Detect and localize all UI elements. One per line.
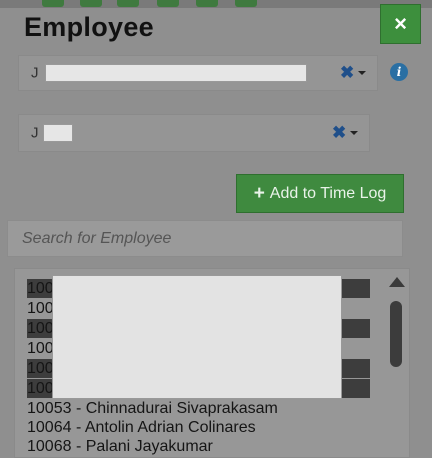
task-select[interactable]: J ✖	[18, 114, 370, 152]
toolbar-button[interactable]	[157, 0, 179, 7]
info-icon[interactable]: i	[390, 63, 408, 81]
add-to-time-log-label: Add to Time Log	[269, 184, 387, 202]
list-item[interactable]: 10053 - Chinnadurai Sivaprakasam	[27, 399, 278, 418]
chevron-down-icon[interactable]	[358, 71, 366, 75]
add-to-time-log-button[interactable]: + Add to Time Log	[236, 174, 404, 213]
close-button[interactable]: ×	[380, 4, 421, 44]
toolbar-button[interactable]	[117, 0, 139, 7]
toolbar-button[interactable]	[42, 0, 64, 7]
toolbar-button[interactable]	[235, 0, 257, 7]
redacted-text	[43, 124, 73, 142]
list-item[interactable]: 100	[27, 299, 54, 318]
employee-search-input[interactable]	[7, 220, 403, 257]
clear-selection-icon[interactable]: ✖	[340, 63, 354, 83]
top-toolbar-strip	[0, 0, 432, 8]
clear-selection-icon[interactable]: ✖	[332, 123, 346, 143]
dialog-title: Employee	[24, 12, 154, 42]
close-icon: ×	[394, 11, 407, 36]
scrollbar-thumb[interactable]	[390, 301, 402, 367]
redacted-text	[45, 64, 307, 82]
scroll-up-arrow-icon[interactable]	[389, 277, 405, 287]
chevron-down-icon[interactable]	[350, 131, 358, 135]
job-select-value: J	[31, 64, 39, 82]
job-select[interactable]: J ✖	[18, 55, 378, 91]
employee-list[interactable]: 100 100 100 1004 100 100 10053 - Chinnad…	[14, 268, 410, 458]
task-select-value: J	[31, 124, 39, 142]
plus-icon: +	[253, 182, 265, 204]
redacted-overlay	[52, 275, 342, 399]
toolbar-button[interactable]	[196, 0, 218, 7]
toolbar-button[interactable]	[80, 0, 102, 7]
list-item[interactable]: 10068 - Palani Jayakumar	[27, 437, 213, 456]
list-item[interactable]: 10064 - Antolin Adrian Colinares	[27, 418, 256, 437]
